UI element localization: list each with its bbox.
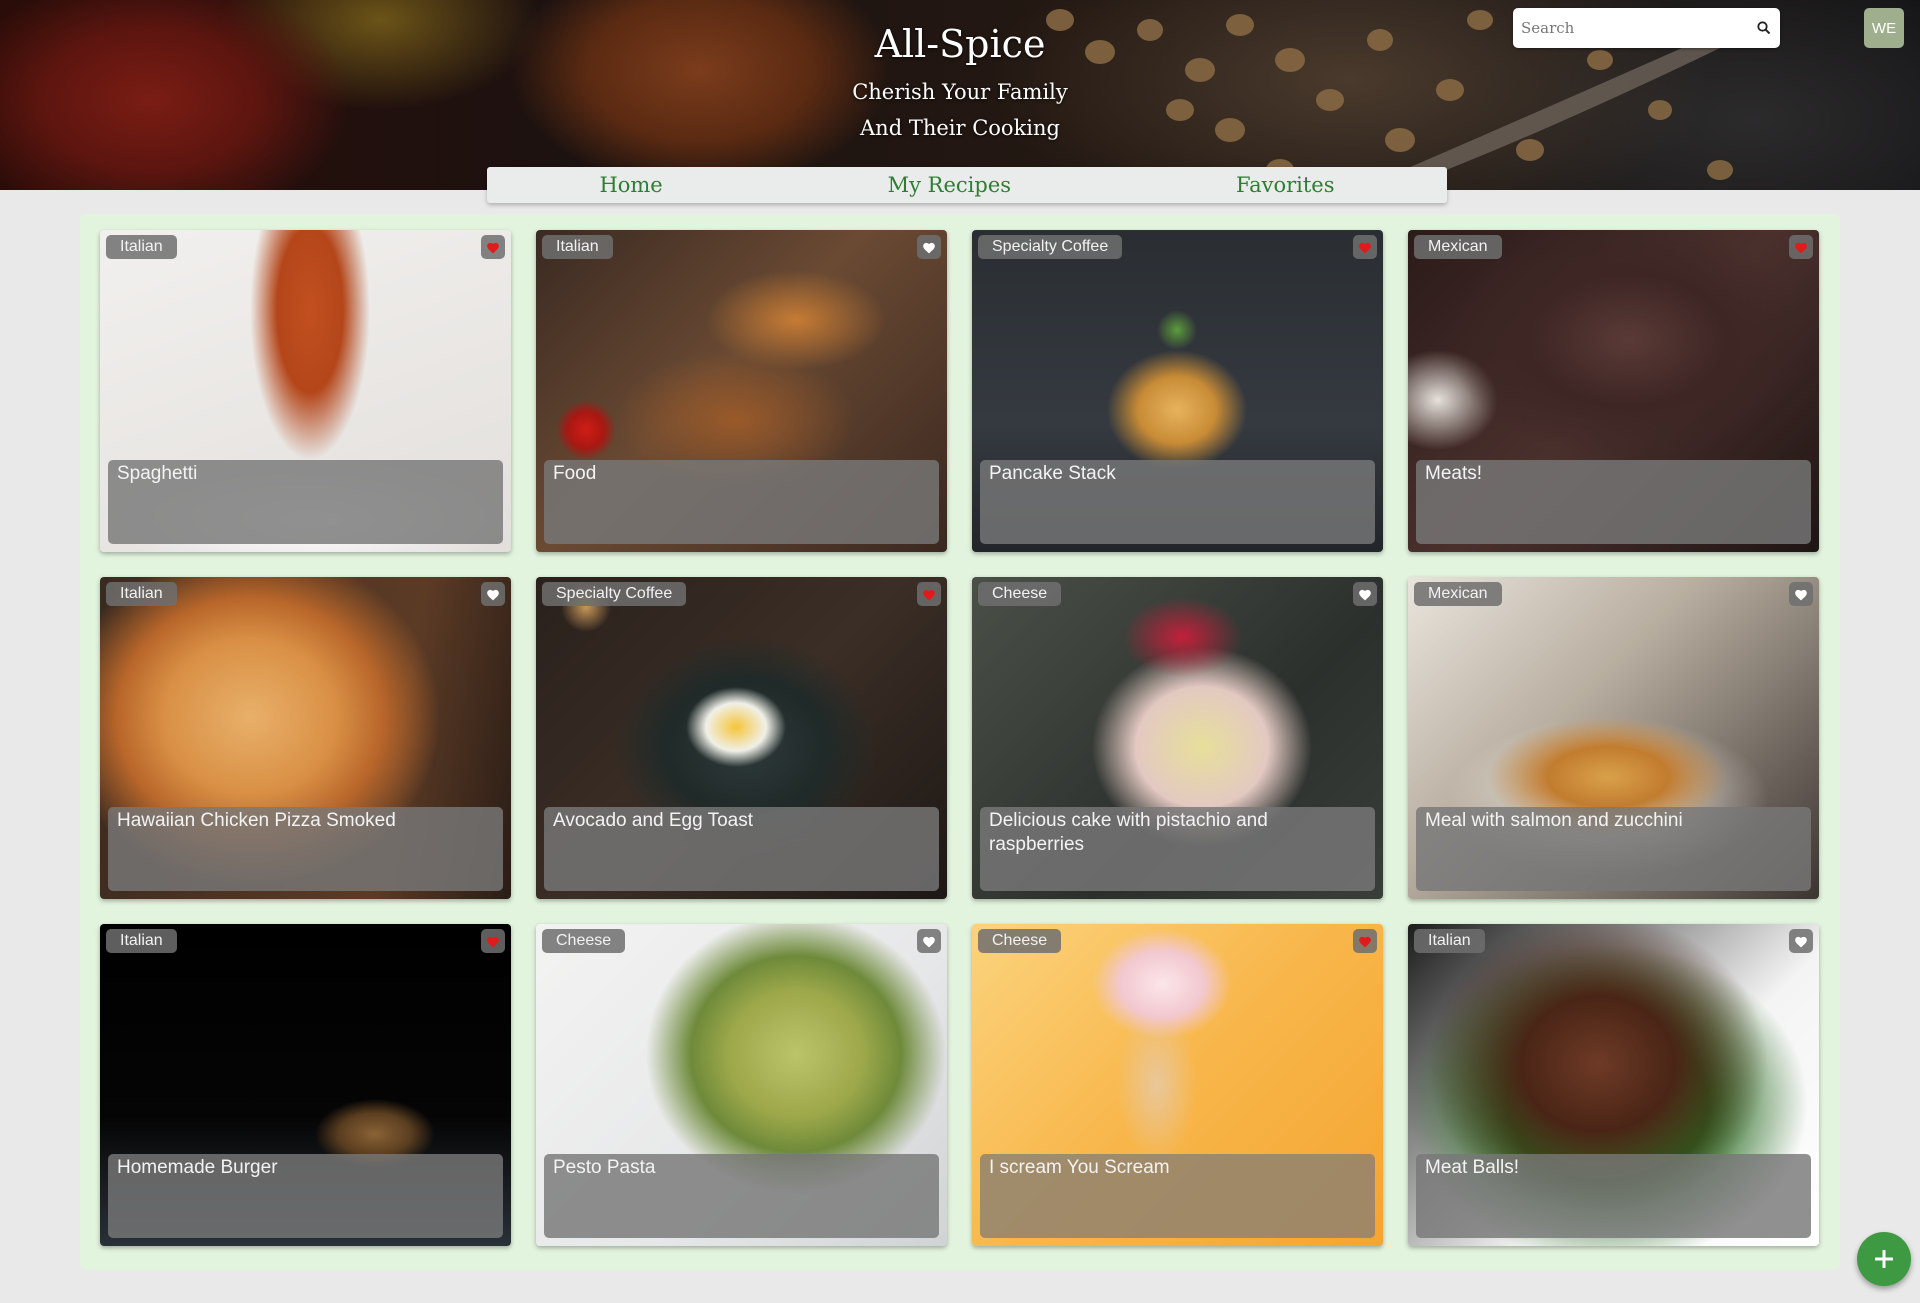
app-tagline-line1: Cherish Your Family [852,80,1068,104]
search-input[interactable] [1519,14,1753,42]
heart-icon [1359,936,1371,947]
search-box [1513,8,1780,48]
recipe-card[interactable]: Specialty Coffee Avocado and Egg Toast [536,577,947,899]
recipe-grid: Italian Spaghetti Italian Food Specialty… [80,214,1840,1270]
recipe-title: Avocado and Egg Toast [553,810,754,831]
recipe-card[interactable]: Italian Spaghetti [100,230,511,552]
recipe-title-overlay: Meat Balls! [1416,1154,1811,1238]
header-banner: All-Spice Cherish Your Family And Their … [0,0,1920,190]
recipe-title-overlay: Meal with salmon and zucchini [1416,807,1811,891]
recipe-title: Pesto Pasta [553,1157,656,1178]
category-badge: Specialty Coffee [978,235,1123,259]
favorite-button[interactable] [1353,235,1377,259]
plus-icon [1875,1250,1893,1268]
recipe-card[interactable]: Cheese Pesto Pasta [536,924,947,1246]
recipe-card[interactable]: Italian Meat Balls! [1408,924,1819,1246]
favorite-button[interactable] [1353,582,1377,606]
favorite-button[interactable] [1789,929,1813,953]
heart-icon [1359,589,1371,600]
nav-favorites[interactable]: Favorites [1236,173,1335,197]
favorite-button[interactable] [481,235,505,259]
recipe-card[interactable]: Mexican Meats! [1408,230,1819,552]
category-badge: Italian [106,235,177,259]
heart-icon [487,589,499,600]
favorite-button[interactable] [917,929,941,953]
recipe-card[interactable]: Cheese I scream You Scream [972,924,1383,1246]
recipe-title: Meal with salmon and zucchini [1425,810,1683,831]
recipe-title-overlay: Pancake Stack [980,460,1375,544]
recipe-card[interactable]: Cheese Delicious cake with pistachio and… [972,577,1383,899]
heart-icon [923,242,935,253]
recipe-title: Food [553,463,597,484]
recipe-title: Homemade Burger [117,1157,278,1178]
recipe-title-overlay: Pesto Pasta [544,1154,939,1238]
recipe-title: Pancake Stack [989,463,1116,484]
nav-home[interactable]: Home [599,173,662,197]
recipe-card[interactable]: Italian Hawaiian Chicken Pizza Smoked [100,577,511,899]
favorite-button[interactable] [1353,929,1377,953]
heart-icon [1795,936,1807,947]
recipe-title-overlay: Spaghetti [108,460,503,544]
category-badge: Italian [106,929,177,953]
category-badge: Italian [1414,929,1485,953]
recipe-title-overlay: Food [544,460,939,544]
heart-icon [1795,242,1807,253]
category-badge: Cheese [978,582,1062,606]
category-badge: Mexican [1414,582,1502,606]
heart-icon [923,936,935,947]
recipe-title-overlay: Meats! [1416,460,1811,544]
favorite-button[interactable] [1789,582,1813,606]
main-nav: Home My Recipes Favorites [487,167,1447,203]
heart-icon [487,936,499,947]
favorite-button[interactable] [917,235,941,259]
recipe-title-overlay: I scream You Scream [980,1154,1375,1238]
search-icon[interactable] [1756,20,1772,36]
recipe-card[interactable]: Specialty Coffee Pancake Stack [972,230,1383,552]
heart-icon [487,242,499,253]
recipe-card[interactable]: Mexican Meal with salmon and zucchini [1408,577,1819,899]
category-badge: Cheese [542,929,626,953]
favorite-button[interactable] [481,582,505,606]
app-tagline-line2: And Their Cooking [860,116,1060,140]
heart-icon [1795,589,1807,600]
recipe-title: Meats! [1425,463,1483,484]
recipe-card[interactable]: Italian Homemade Burger [100,924,511,1246]
favorite-button[interactable] [917,582,941,606]
recipe-card[interactable]: Italian Food [536,230,947,552]
recipe-title: Spaghetti [117,463,198,484]
category-badge: Italian [106,582,177,606]
recipe-title-overlay: Delicious cake with pistachio and raspbe… [980,807,1375,891]
recipe-title: Hawaiian Chicken Pizza Smoked [117,810,396,831]
nav-my-recipes[interactable]: My Recipes [888,173,1011,197]
recipe-title-overlay: Hawaiian Chicken Pizza Smoked [108,807,503,891]
favorite-button[interactable] [481,929,505,953]
recipe-title-overlay: Avocado and Egg Toast [544,807,939,891]
heart-icon [923,589,935,600]
category-badge: Italian [542,235,613,259]
recipe-title: Delicious cake with pistachio and raspbe… [989,810,1268,855]
category-badge: Specialty Coffee [542,582,687,606]
add-recipe-button[interactable] [1857,1232,1911,1286]
category-badge: Mexican [1414,235,1502,259]
favorite-button[interactable] [1789,235,1813,259]
heart-icon [1359,242,1371,253]
recipe-title-overlay: Homemade Burger [108,1154,503,1238]
category-badge: Cheese [978,929,1062,953]
recipe-title: I scream You Scream [989,1157,1170,1178]
user-avatar[interactable]: WE [1864,8,1904,48]
recipe-title: Meat Balls! [1425,1157,1519,1178]
